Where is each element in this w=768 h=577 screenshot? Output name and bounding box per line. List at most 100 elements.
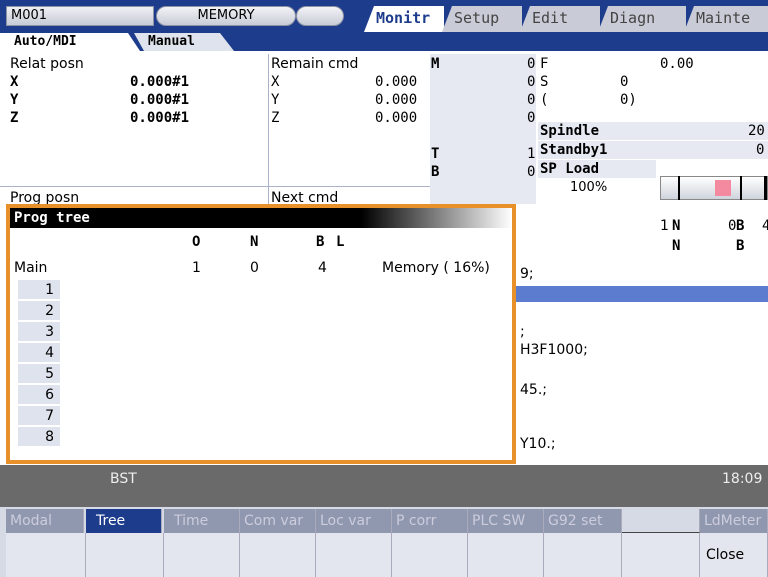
m-value-4: 0 [527, 110, 536, 126]
tree-col-n: N [250, 234, 259, 250]
remain-value-y: 0.000 [375, 92, 418, 108]
softkey-lower [316, 533, 392, 577]
m-value: 0 [527, 56, 536, 72]
tree-level-row[interactable]: 7 [18, 406, 60, 426]
s-value: 0 [620, 74, 629, 90]
tab-edit[interactable]: Edit [520, 6, 600, 32]
softkey-loc-var[interactable]: Loc var [316, 509, 392, 533]
meter-tick [764, 176, 767, 200]
tree-col-l: L [336, 234, 345, 250]
paren-open: ( [540, 92, 549, 108]
tree-level-row[interactable]: 5 [18, 364, 60, 384]
tab-monitr[interactable]: Monitr [364, 6, 444, 32]
tree-memory: Memory ( 16%) [382, 260, 490, 276]
subtab-manual[interactable]: Manual [134, 33, 234, 51]
tree-level-row[interactable]: 1 [18, 280, 60, 300]
f-value: 0.00 [660, 56, 694, 72]
tree-level-row[interactable]: 2 [18, 301, 60, 321]
machine-name: M001 [6, 6, 154, 26]
softkey-time[interactable]: Time [164, 509, 240, 533]
relat-value-y: 0.000#1 [130, 92, 190, 108]
remain-axis-z: Z [271, 110, 280, 126]
standby-label: Standby1 [540, 142, 608, 158]
tree-level-row[interactable]: 6 [18, 385, 60, 405]
spindle-label: Spindle [540, 123, 600, 139]
t-value: 1 [527, 146, 536, 162]
prog-tree-title: Prog tree [10, 208, 512, 228]
softkey-lower [622, 533, 700, 577]
program-line: 9; [520, 266, 534, 282]
b-value-1: 4 [762, 218, 768, 234]
sp-load-marker [715, 180, 731, 196]
remain-axis-x: X [271, 74, 280, 90]
softkey-lower [468, 533, 544, 577]
program-line: 45.; [520, 382, 547, 398]
softkey-g92-set[interactable]: G92 set [544, 509, 622, 533]
current-line-highlight [516, 286, 768, 302]
relat-axis-y: Y [10, 92, 19, 108]
tree-main-n: 0 [250, 260, 259, 276]
remain-value-z: 0.000 [375, 110, 418, 126]
tree-level-row[interactable]: 8 [18, 427, 60, 447]
prog-tree-window: Prog tree O N B L Main 1 0 4 Memory ( 16… [6, 204, 516, 464]
softkey-p-corr[interactable]: P corr [392, 509, 468, 533]
softkey-lower [86, 533, 164, 577]
tab-setup[interactable]: Setup [442, 6, 522, 32]
relat-posn-title: Relat posn [10, 56, 84, 72]
softkey-blank[interactable] [622, 509, 700, 533]
softkey-tree[interactable]: Tree [86, 509, 162, 533]
m-value-3: 0 [527, 92, 536, 108]
status-pill [296, 6, 344, 26]
status-bst: BST [110, 471, 137, 487]
tree-col-o: O [192, 234, 201, 250]
tree-col-b: B [316, 234, 325, 250]
program-line: H3F1000; [520, 342, 588, 358]
remain-axis-y: Y [271, 92, 280, 108]
sp-load-label: SP Load [540, 161, 600, 177]
close-button[interactable]: Close [700, 533, 768, 577]
softkey-lower [240, 533, 316, 577]
relat-axis-z: Z [10, 110, 19, 126]
tab-diagn[interactable]: Diagn [598, 6, 686, 32]
standby-value: 0 [756, 142, 765, 158]
softkey-lower [544, 533, 622, 577]
b-label: B [431, 164, 440, 180]
softkey-lower [392, 533, 468, 577]
tab-mainte[interactable]: Mainte [684, 6, 768, 32]
tree-main-o: 1 [192, 260, 201, 276]
remain-cmd-title: Remain cmd [271, 56, 359, 72]
paren-value: 0) [620, 92, 637, 108]
softkey-ldmeter[interactable]: LdMeter [700, 509, 768, 533]
n-label-2: N [672, 238, 681, 254]
relat-value-x: 0.000#1 [130, 74, 190, 90]
t-label: T [431, 146, 440, 162]
divider [0, 186, 430, 187]
softkey-plc-sw[interactable]: PLC SW [468, 509, 544, 533]
status-time: 18:09 [722, 471, 763, 487]
tree-level-row[interactable]: 4 [18, 343, 60, 363]
relat-axis-x: X [10, 74, 19, 90]
softkey-com-var[interactable]: Com var [240, 509, 316, 533]
tree-main-b: 4 [318, 260, 327, 276]
softkey-lower [6, 533, 86, 577]
softkey-lower [164, 533, 240, 577]
tree-main-label: Main [14, 260, 48, 276]
b-value: 0 [527, 164, 536, 180]
n-label-1: N [672, 218, 681, 234]
nb-left-value: 1 [660, 218, 669, 234]
divider [268, 54, 269, 204]
softkey-modal[interactable]: Modal [6, 509, 84, 533]
f-label: F [540, 56, 549, 72]
subtab-auto-mdi[interactable]: Auto/MDI [0, 33, 140, 51]
b-label-2: B [736, 238, 745, 254]
m-label: M [431, 56, 440, 72]
mode-indicator: MEMORY [156, 6, 296, 26]
remain-value-x: 0.000 [375, 74, 418, 90]
program-line: ; [520, 324, 525, 340]
meter-tick [740, 176, 742, 200]
spindle-value: 20 [748, 123, 765, 139]
tree-level-row[interactable]: 3 [18, 322, 60, 342]
b-label-1: B [736, 218, 745, 234]
mtb-box [430, 54, 536, 204]
meter-tick [678, 176, 680, 200]
